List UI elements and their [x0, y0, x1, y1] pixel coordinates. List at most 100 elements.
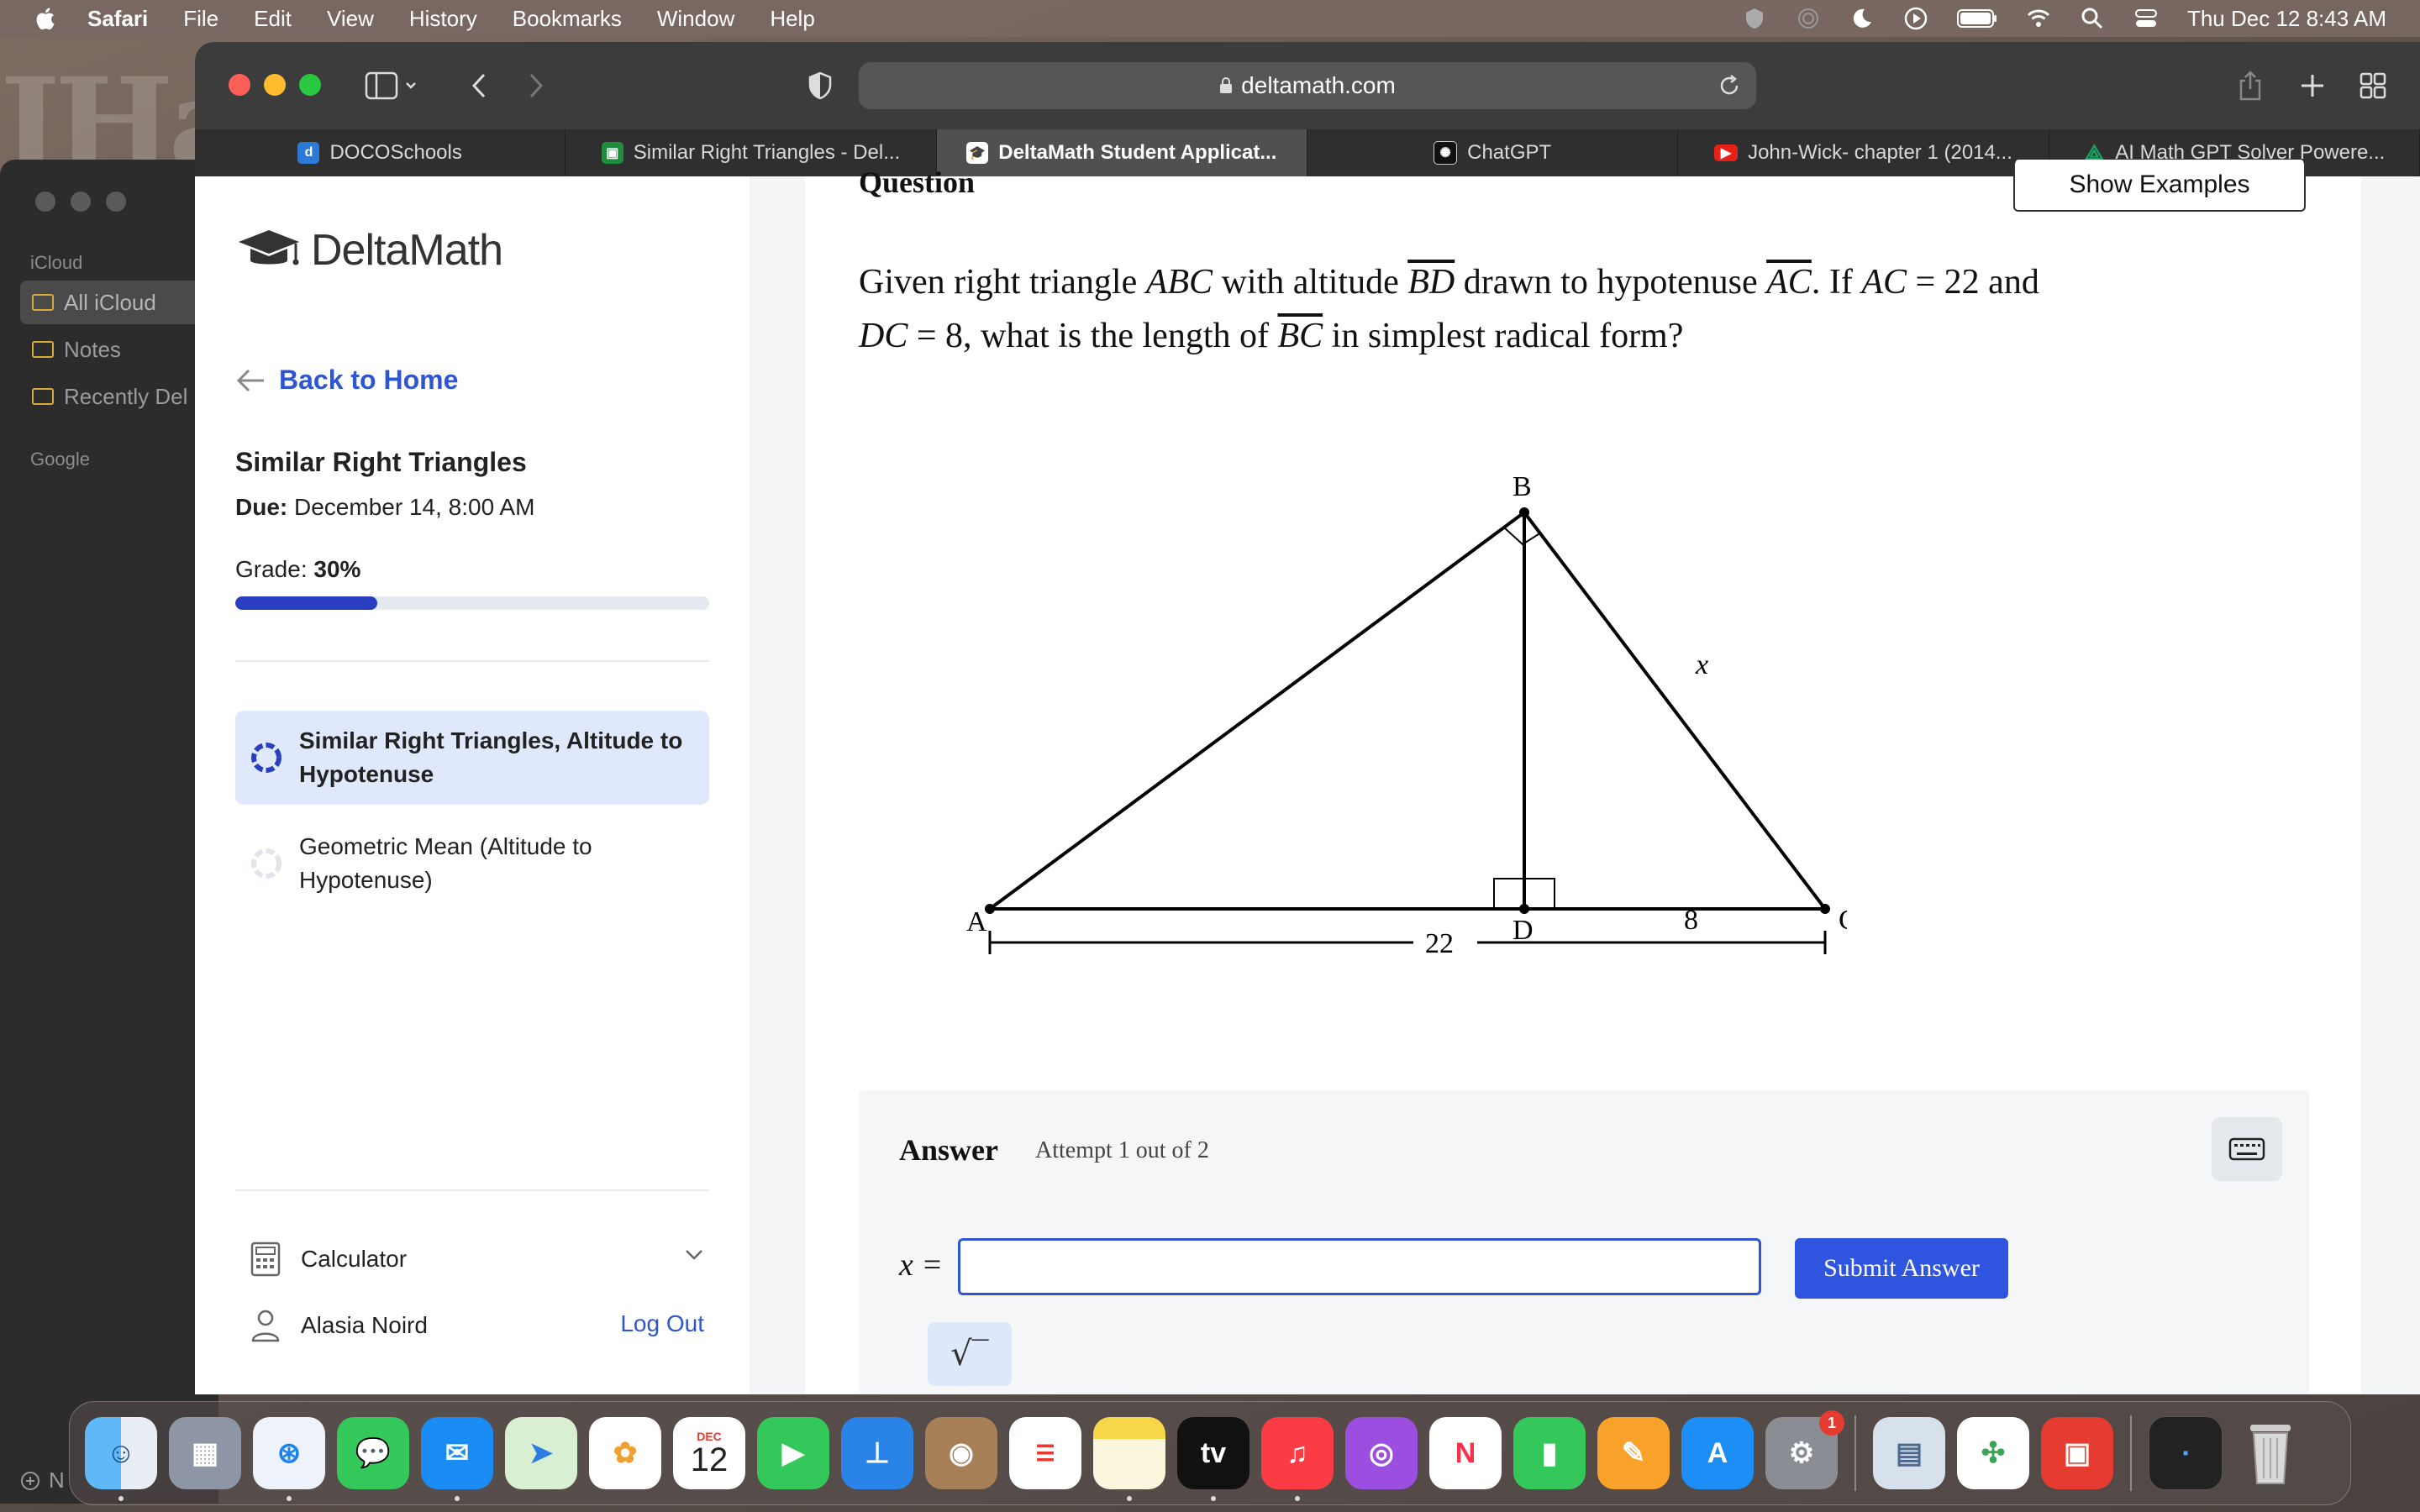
dock-pixel-app[interactable]: ✣ — [1957, 1417, 2029, 1489]
tab-chatgpt[interactable]: ✺ ChatGPT — [1307, 129, 1679, 176]
window-thumbnail-icon: ▪ — [2182, 1443, 2189, 1462]
menu-bookmarks[interactable]: Bookmarks — [513, 6, 622, 32]
dock-news[interactable]: N — [1429, 1417, 1502, 1489]
lock-icon — [1220, 77, 1233, 93]
menu-edit[interactable]: Edit — [254, 6, 292, 32]
dock-calendar[interactable]: DEC 12 — [673, 1417, 745, 1489]
tab-overview-button[interactable] — [2356, 69, 2390, 102]
question-heading: Question — [859, 165, 976, 199]
wifi-icon[interactable] — [2026, 6, 2051, 31]
new-tab-button[interactable] — [2296, 69, 2329, 102]
point-d — [1519, 904, 1529, 914]
dock-recent-window[interactable]: ▪ — [2149, 1416, 2223, 1490]
calculator-toggle[interactable]: Calculator — [250, 1242, 704, 1277]
privacy-report-button[interactable] — [803, 69, 837, 102]
play-icon[interactable] — [1903, 6, 1928, 31]
graduation-cap-icon — [239, 230, 299, 265]
tab-deltamath[interactable]: 🎓 DeltaMath Student Applicat... — [936, 129, 1307, 176]
notes-folder-all-icloud[interactable]: All iCloud — [20, 281, 218, 324]
dock-keynote[interactable]: ⊥ — [841, 1417, 913, 1489]
grade-progress-bar — [235, 596, 709, 610]
dimension-line-ac — [988, 931, 1827, 954]
log-out-link[interactable]: Log Out — [620, 1310, 704, 1337]
back-to-home-link[interactable]: Back to Home — [235, 365, 458, 396]
menu-window[interactable]: Window — [657, 6, 734, 32]
menu-history[interactable]: History — [409, 6, 477, 32]
airdrop-icon[interactable] — [1796, 6, 1821, 31]
dock-photo-booth[interactable]: ▣ — [2041, 1417, 2113, 1489]
dock-notes[interactable] — [1093, 1417, 1165, 1501]
menu-view[interactable]: View — [327, 6, 374, 32]
notes-app-window: iCloud All iCloud Notes Recently Del Goo… — [0, 160, 218, 1504]
focus-moon-icon[interactable] — [1849, 6, 1875, 31]
menu-file[interactable]: File — [183, 6, 218, 32]
apple-icon[interactable] — [34, 6, 55, 31]
label-a: A — [966, 906, 987, 937]
dock-maps[interactable]: ➤ — [505, 1417, 577, 1489]
dock-contacts[interactable]: ◉ — [925, 1417, 997, 1489]
dock-safari[interactable]: ⊛ — [253, 1417, 325, 1501]
answer-title: Answer — [899, 1133, 998, 1167]
menubar-clock[interactable]: Thu Dec 12 8:43 AM — [2187, 6, 2386, 32]
reload-icon[interactable] — [1718, 74, 1741, 97]
dock-podcasts[interactable]: ◎ — [1345, 1417, 1418, 1489]
folder-icon — [32, 388, 54, 405]
submit-answer-button[interactable]: Submit Answer — [1795, 1238, 2008, 1299]
tab-docoschools[interactable]: d DOCOSchools — [195, 129, 566, 176]
dock-reminders[interactable]: ☰ — [1009, 1417, 1081, 1489]
new-note-button[interactable]: N — [20, 1467, 65, 1494]
menu-app-safari[interactable]: Safari — [87, 6, 148, 32]
dock-trash[interactable] — [2234, 1417, 2307, 1489]
dock-facetime[interactable]: ▶ — [757, 1417, 829, 1489]
menu-help[interactable]: Help — [770, 6, 814, 32]
preview-icon: ▤ — [1895, 1437, 1923, 1469]
vpn-icon[interactable] — [1742, 6, 1767, 31]
square-root-button[interactable]: √‾ — [928, 1322, 1012, 1386]
dock-pages[interactable]: ✎ — [1597, 1417, 1670, 1489]
control-center-icon[interactable] — [2133, 6, 2159, 31]
show-examples-button[interactable]: Show Examples — [2013, 160, 2306, 212]
dock-apple-tv[interactable]: tv — [1177, 1417, 1249, 1501]
math-keyboard-button[interactable] — [2212, 1117, 2282, 1181]
url-text: deltamath.com — [1241, 72, 1396, 98]
dock-music[interactable]: ♫ — [1261, 1417, 1334, 1501]
dock-finder[interactable]: ☺ — [85, 1417, 157, 1501]
share-icon — [2239, 71, 2261, 101]
answer-input[interactable] — [958, 1238, 1761, 1295]
dock-launchpad[interactable]: ▦ — [169, 1417, 241, 1489]
address-bar[interactable]: deltamath.com — [859, 62, 1756, 109]
point-c — [1820, 904, 1830, 914]
share-button[interactable] — [2233, 69, 2267, 102]
menubar-status: Thu Dec 12 8:43 AM — [1742, 0, 2386, 37]
notes-window-controls[interactable] — [35, 192, 126, 212]
music-note-icon: ♫ — [1286, 1436, 1308, 1469]
deltamath-sidebar: DeltaMath Back to Home Similar Right Tri… — [195, 176, 751, 1394]
deltamath-logo[interactable]: DeltaMath — [235, 225, 503, 276]
notes-folder-recently-deleted[interactable]: Recently Del — [20, 375, 218, 418]
grid-icon — [2360, 72, 2386, 99]
photos-icon: ✿ — [613, 1437, 638, 1469]
trash-icon — [2250, 1425, 2291, 1484]
skill-item-geometric-mean[interactable]: Geometric Mean (Altitude to Hypotenuse) — [235, 816, 709, 911]
battery-icon[interactable] — [1956, 8, 1997, 29]
back-nav-button[interactable] — [462, 69, 496, 102]
forward-nav-button[interactable] — [519, 69, 553, 102]
close-window-button[interactable] — [229, 74, 250, 96]
notes-folder-notes[interactable]: Notes — [20, 328, 218, 371]
deltamath-favicon: 🎓 — [966, 142, 989, 164]
dock-photos[interactable]: ✿ — [589, 1417, 661, 1489]
sidebar-toggle-button[interactable] — [358, 69, 425, 102]
dock-numbers[interactable]: ▮ — [1513, 1417, 1586, 1489]
tab-youtube-john-wick[interactable]: ▶ John-Wick- chapter 1 (2014... — [1678, 129, 2049, 176]
dock-system-settings[interactable]: ⚙ 1 — [1765, 1410, 1844, 1489]
dock-messages[interactable]: 💬 — [337, 1417, 409, 1489]
dock-preview[interactable]: ▤ — [1873, 1417, 1945, 1489]
dock-app-store[interactable]: A — [1681, 1417, 1754, 1489]
zoom-window-button[interactable] — [299, 74, 321, 96]
spotlight-search-icon[interactable] — [2080, 6, 2105, 31]
dock-mail[interactable]: ✉ — [421, 1417, 493, 1501]
skill-item-altitude-to-hypotenuse[interactable]: Similar Right Triangles, Altitude to Hyp… — [235, 711, 709, 805]
podcasts-icon: ◎ — [1369, 1437, 1394, 1469]
arrow-left-icon — [236, 369, 264, 391]
minimize-window-button[interactable] — [264, 74, 286, 96]
